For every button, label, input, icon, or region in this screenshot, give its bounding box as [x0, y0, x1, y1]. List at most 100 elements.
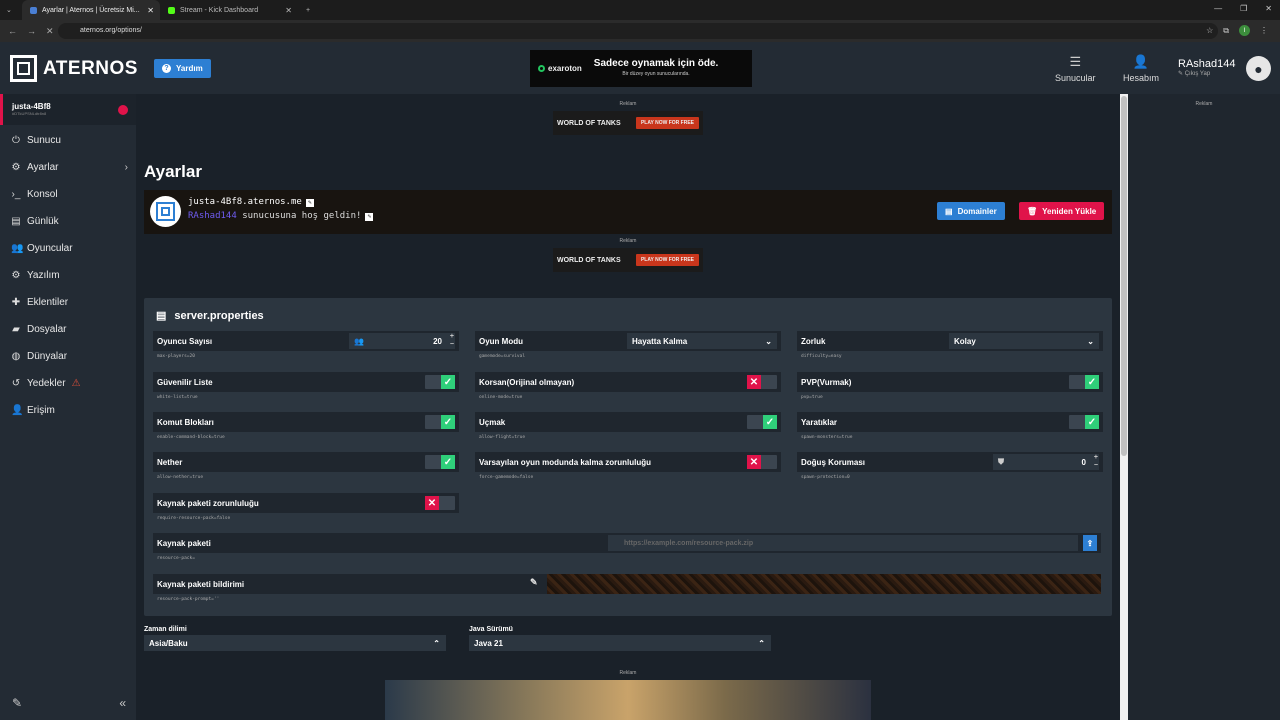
- url-field[interactable]: aternos.org/options/: [58, 23, 1218, 39]
- max-players-input[interactable]: 👥 20 + −: [349, 333, 455, 349]
- sidebar-item-files[interactable]: ▰ Dosyalar: [0, 316, 136, 343]
- pvp-toggle[interactable]: ✓: [1069, 375, 1099, 389]
- header-ad-banner[interactable]: exaroton Sadece oynamak için öde. Bir düz…: [530, 50, 752, 87]
- java-version-field: Java Sürümü Java 21 ⌃: [469, 626, 771, 651]
- chevron-up-icon: ⌃: [758, 638, 765, 648]
- prop-pvp: PVP(Vurmak) ✓ pvp=true: [797, 372, 1103, 404]
- page-scrollbar[interactable]: [1120, 94, 1128, 720]
- sidebar-item-software[interactable]: ⚙ Yazılım: [0, 262, 136, 289]
- sidebar-item-players[interactable]: 👥 Oyuncular: [0, 235, 136, 262]
- collapse-sidebar-icon[interactable]: «: [119, 696, 126, 710]
- wot-ad-banner[interactable]: WORLD OF TANKS PLAY NOW FOR FREE: [553, 248, 703, 272]
- sidebar-item-access[interactable]: 👤 Erişim: [0, 397, 136, 424]
- java-version-select[interactable]: Java 21 ⌃: [469, 635, 771, 651]
- wot-ad-banner[interactable]: WORLD OF TANKS PLAY NOW FOR FREE: [553, 111, 703, 135]
- server-properties-panel: ▤ server.properties Oyuncu Sayısı 👥 20 + − m…: [144, 298, 1112, 616]
- timezone-select[interactable]: Asia/Baku ⌃: [144, 635, 446, 651]
- motd-text: RAshad144 sunucusuna hoş geldin! ✎: [188, 211, 374, 221]
- profile-avatar[interactable]: I: [1239, 25, 1250, 36]
- prop-require-resource-pack: Kaynak paketi zorunluluğu ✕ require-reso…: [153, 493, 459, 525]
- prop-label: Oyun Modu: [479, 336, 523, 346]
- stepper-icon[interactable]: + −: [1094, 454, 1098, 470]
- upload-icon[interactable]: ⇪: [1083, 535, 1097, 551]
- prop-key: require-resource-pack=false: [157, 516, 231, 521]
- logout-link[interactable]: ✎ Çıkış Yap: [1178, 70, 1236, 77]
- forward-icon[interactable]: →: [27, 26, 36, 36]
- user-gear-icon: 👤: [1132, 54, 1150, 69]
- domains-button[interactable]: ▤ Domainler: [937, 202, 1005, 220]
- prop-max-players: Oyuncu Sayısı 👥 20 + − max-players=20: [153, 331, 459, 363]
- prop-label: Yaratıklar: [801, 417, 838, 427]
- force-gamemode-toggle[interactable]: ✕: [747, 455, 777, 469]
- edit-pen-icon[interactable]: ✎: [530, 577, 538, 588]
- prop-key: resource-pack=: [157, 556, 195, 561]
- new-tab-button[interactable]: +: [298, 0, 322, 20]
- menu-icon[interactable]: ⋮: [1260, 26, 1268, 35]
- aternos-logo[interactable]: ATERNOS: [10, 55, 138, 82]
- extensions-icon[interactable]: ⧉: [1223, 26, 1229, 36]
- spawn-protection-input[interactable]: ⛊ 0 + −: [993, 454, 1099, 470]
- server-address[interactable]: justa-4Bf8.aternos.me ✎: [188, 197, 314, 207]
- cracked-toggle[interactable]: ✕: [747, 375, 777, 389]
- prop-key: white-list=true: [157, 395, 198, 400]
- nav-account[interactable]: 👤 Hesabım: [1123, 54, 1159, 83]
- help-label: Yardım: [176, 64, 203, 73]
- browser-tab-aternos[interactable]: Ayarlar | Aternos | Ücretsiz Mi... ✕: [22, 0, 160, 20]
- x-icon: ✕: [425, 496, 439, 510]
- stop-icon[interactable]: ✕: [46, 26, 54, 37]
- sidebar-item-plugins[interactable]: ✚ Eklentiler: [0, 289, 136, 316]
- max-players-value: 20: [433, 336, 442, 346]
- monsters-toggle[interactable]: ✓: [1069, 415, 1099, 429]
- resource-pack-prompt-preview[interactable]: [547, 574, 1101, 594]
- stepper-icon[interactable]: + −: [450, 333, 454, 349]
- help-button[interactable]: ? Yardım: [154, 59, 211, 78]
- account-avatar[interactable]: ●: [1246, 56, 1271, 81]
- sidebar-item-log[interactable]: ▤ Günlük: [0, 208, 136, 235]
- reload-button[interactable]: 🗑 Yeniden Yükle: [1019, 202, 1105, 220]
- bookmark-star-icon[interactable]: ☆: [1206, 26, 1213, 35]
- prop-label: Kaynak paketi bildirimi: [157, 579, 245, 589]
- trash-icon: 🗑: [1027, 206, 1038, 216]
- sidebar-item-label: Yedekler: [27, 378, 66, 389]
- prop-label: Güvenilir Liste: [157, 377, 213, 387]
- back-icon[interactable]: ←: [8, 26, 17, 36]
- sidebar-item-console[interactable]: ›_ Konsol: [0, 181, 136, 208]
- scrollbar-thumb[interactable]: [1121, 96, 1127, 456]
- spawn-protection-value: 0: [1081, 457, 1086, 467]
- resource-pack-input[interactable]: https://example.com/resource-pack.zip: [608, 535, 1078, 551]
- command-block-toggle[interactable]: ✓: [425, 415, 455, 429]
- prop-label: Varsayılan oyun modunda kalma zorunluluğ…: [479, 457, 652, 467]
- timezone-field: Zaman dilimi Asia/Baku ⌃: [144, 626, 446, 651]
- edit-pen-icon[interactable]: ✎: [12, 696, 22, 710]
- require-resource-pack-toggle[interactable]: ✕: [425, 496, 455, 510]
- sidebar-item-server[interactable]: ⏻ Sunucu: [0, 127, 136, 154]
- prop-key: resource-pack-prompt='': [157, 597, 220, 602]
- tab-list-button[interactable]: ⌄: [0, 0, 22, 20]
- maximize-icon[interactable]: ❐: [1240, 4, 1247, 13]
- minimize-icon[interactable]: —: [1214, 4, 1222, 13]
- sidebar-item-backups[interactable]: ↺ Yedekler ⚠: [0, 370, 136, 397]
- prop-key: difficulty=easy: [801, 354, 842, 359]
- sidebar-item-options[interactable]: ⚙ Ayarlar ›: [0, 154, 136, 181]
- edit-address-icon[interactable]: ✎: [305, 199, 314, 207]
- browser-tab-kick[interactable]: Stream - Kick Dashboard ✕: [160, 0, 298, 20]
- nav-servers[interactable]: ☰ Sunucular: [1055, 54, 1096, 83]
- browser-tab-strip: ⌄ Ayarlar | Aternos | Ücretsiz Mi... ✕ S…: [0, 0, 1280, 20]
- nether-toggle[interactable]: ✓: [425, 455, 455, 469]
- sidebar-item-worlds[interactable]: ◍ Dünyalar: [0, 343, 136, 370]
- close-tab-icon[interactable]: ✕: [285, 6, 292, 15]
- gamemode-select[interactable]: Hayatta Kalma ⌄: [627, 333, 777, 349]
- close-tab-icon[interactable]: ✕: [147, 6, 154, 15]
- difficulty-select[interactable]: Kolay ⌄: [949, 333, 1099, 349]
- bottom-ad-image[interactable]: [385, 680, 871, 720]
- edit-motd-icon[interactable]: ✎: [365, 213, 374, 221]
- prop-key: max-players=20: [157, 354, 195, 359]
- flight-toggle[interactable]: ✓: [747, 415, 777, 429]
- close-window-icon[interactable]: ✕: [1265, 4, 1272, 13]
- difficulty-value: Kolay: [954, 336, 976, 346]
- prop-resource-pack: Kaynak paketi https://example.com/resour…: [153, 533, 1101, 565]
- history-icon: ↺: [11, 378, 21, 389]
- logo-text: ATERNOS: [43, 57, 138, 79]
- server-card[interactable]: justa-4Bf8 #DTkUPSNLdtr8n8: [0, 94, 136, 125]
- whitelist-toggle[interactable]: ✓: [425, 375, 455, 389]
